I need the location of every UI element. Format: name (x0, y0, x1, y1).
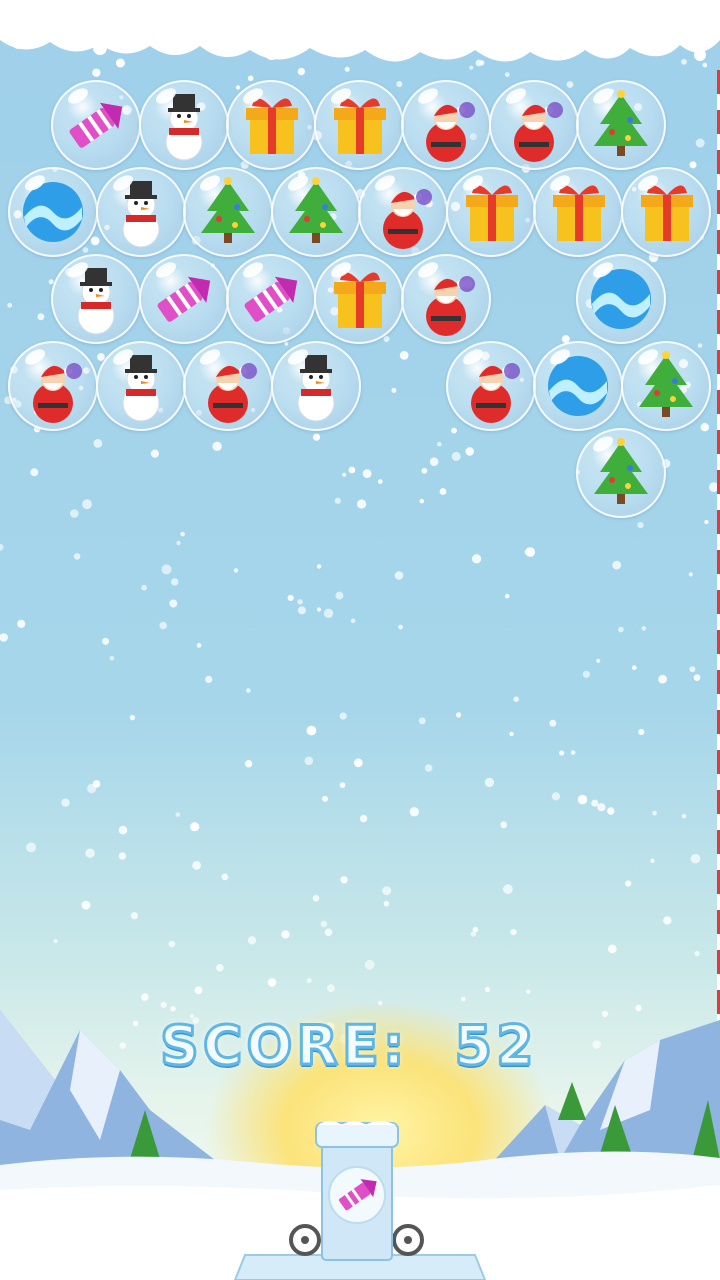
bubble-gift (226, 80, 316, 170)
score-value: 52 (453, 1012, 538, 1078)
bubble-gift (313, 80, 404, 170)
bubble-snowman (138, 80, 229, 170)
bubble-snowman (51, 254, 141, 344)
gift-box-icon (333, 272, 386, 328)
bubble-gift (620, 167, 711, 257)
santa-claus-icon (426, 276, 475, 336)
santa-claus-icon (470, 363, 520, 423)
bubble-rocket (226, 254, 316, 344)
snowman-icon (77, 268, 115, 335)
christmas-tree-icon (594, 90, 648, 156)
bubble-gift (533, 167, 623, 257)
firework-rocket-icon (69, 102, 123, 148)
bubble-rocket (51, 80, 141, 170)
gift-box-icon (553, 185, 605, 241)
bubble-tree (576, 80, 666, 170)
santa-claus-icon (33, 363, 82, 423)
bubble-santa (183, 341, 273, 431)
santa-claus-icon (513, 102, 563, 162)
game-stage[interactable]: SCORE: 52 (0, 0, 720, 1280)
blue-wave-ball-icon (23, 182, 83, 242)
bubble-santa (488, 80, 579, 170)
bubble-tree (620, 341, 711, 431)
snowman-icon (165, 94, 202, 161)
left-gear-icon (289, 1224, 321, 1256)
bubble-shooter-cannon[interactable] (230, 1115, 490, 1280)
bubble-tree (576, 428, 666, 518)
snowman-icon (122, 355, 159, 422)
bubble-rocket (138, 254, 229, 344)
gift-box-icon (246, 98, 298, 154)
snowman-icon (122, 181, 159, 248)
bubble-tree (183, 167, 273, 257)
firework-rocket-icon (157, 276, 210, 322)
score-display: SCORE: 52 (159, 1010, 580, 1080)
bubble-santa (401, 254, 491, 344)
firework-rocket-icon (244, 276, 298, 322)
bubble-santa (358, 167, 448, 257)
christmas-tree-icon (638, 351, 693, 417)
bubble-ball (576, 254, 666, 344)
christmas-tree-icon (594, 438, 648, 504)
right-gear-icon (392, 1224, 424, 1256)
score-label: SCORE: (159, 1012, 409, 1078)
bubble-snowman (95, 167, 186, 257)
bubble-santa (445, 341, 536, 431)
gift-box-icon (333, 98, 386, 154)
bubble-snowman (270, 341, 361, 431)
bubble-tree (270, 167, 361, 257)
santa-claus-icon (208, 363, 257, 423)
bubble-santa (401, 80, 491, 170)
blue-wave-ball-icon (548, 356, 608, 416)
santa-claus-icon (383, 189, 432, 249)
christmas-tree-icon (201, 177, 255, 243)
christmas-tree-icon (288, 177, 343, 243)
gift-box-icon (640, 185, 693, 241)
bubble-snowman (95, 341, 186, 431)
bubble-ball (533, 341, 623, 431)
santa-claus-icon (426, 102, 475, 162)
bubble-gift (313, 254, 404, 344)
snowman-icon (297, 355, 334, 422)
bubble-ball (8, 167, 98, 257)
blue-wave-ball-icon (591, 269, 651, 329)
snow-cap-top (0, 0, 720, 62)
bubble-santa (8, 341, 98, 431)
bubble-gift (445, 167, 536, 257)
gift-box-icon (465, 185, 518, 241)
